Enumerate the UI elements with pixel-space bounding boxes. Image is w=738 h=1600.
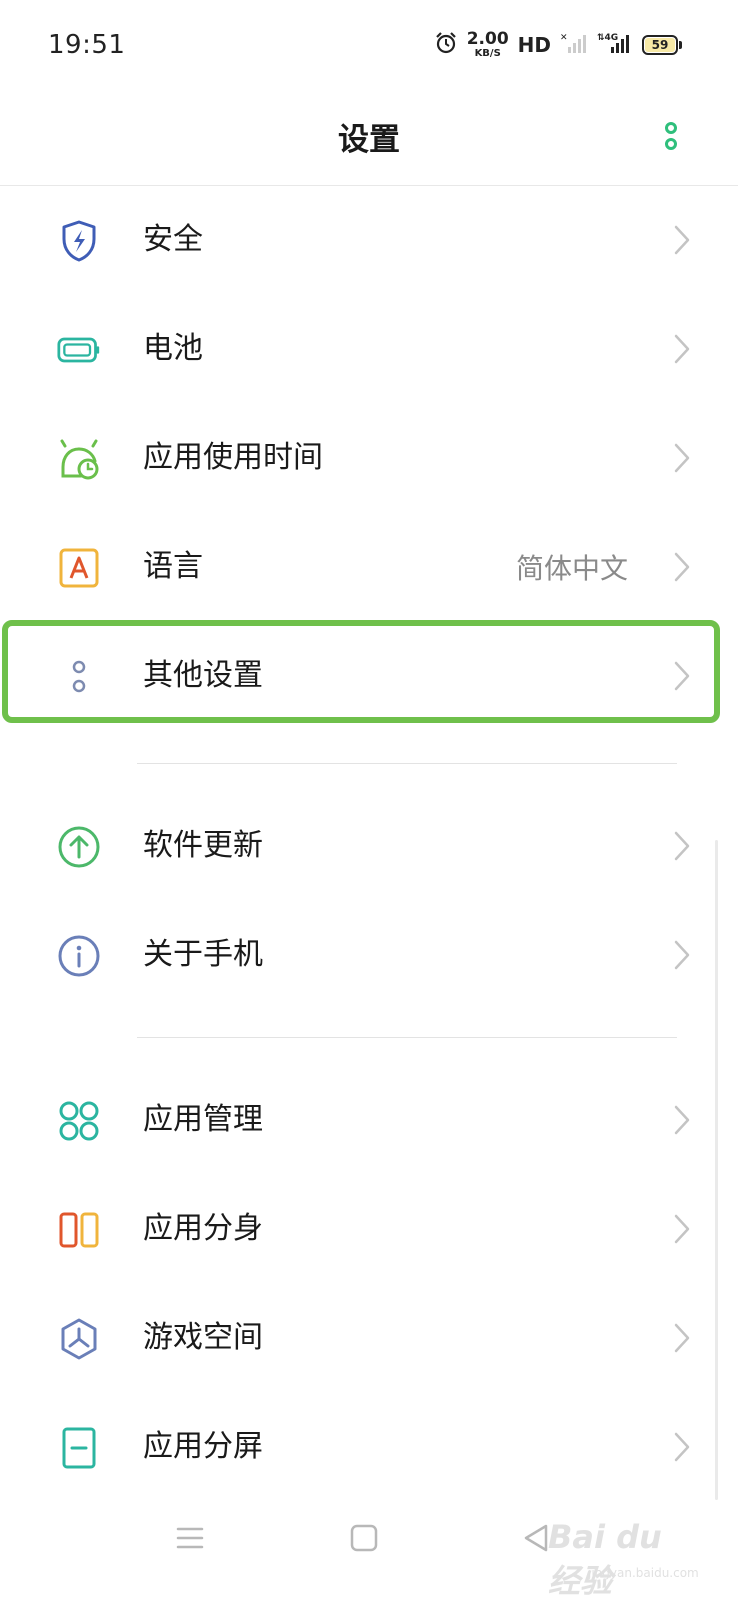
alarm-icon xyxy=(434,31,458,59)
app-clone-icon xyxy=(57,1208,101,1252)
battery-level: 59 xyxy=(645,38,675,52)
hd-indicator: HD xyxy=(517,33,551,57)
settings-item-other-settings[interactable]: 其他设置 xyxy=(0,622,738,731)
scrollbar[interactable] xyxy=(715,840,718,1500)
settings-list: 安全 电池 应用使用时间 语言 简体中文 其他设置 软件更新 关于手机 应用管理… xyxy=(0,186,738,1502)
settings-item-label: 应用管理 xyxy=(143,1102,263,1137)
status-icons: 2.00 KB/S HD ✕ ⇅4G 59 xyxy=(434,28,682,62)
chevron-right-icon xyxy=(674,940,690,970)
watermark-sub: jingyan.baidu.com xyxy=(588,1566,699,1580)
settings-item-split-screen[interactable]: 应用分屏 xyxy=(0,1393,738,1502)
settings-item-label: 安全 xyxy=(143,222,203,257)
menu-button[interactable] xyxy=(170,1518,210,1558)
chevron-right-icon xyxy=(674,1323,690,1353)
speed-value: 2.00 xyxy=(466,29,509,49)
menu-icon xyxy=(176,1527,204,1549)
other-settings-icon xyxy=(57,655,101,699)
settings-item-app-usage-time[interactable]: 应用使用时间 xyxy=(0,404,738,513)
settings-item-label: 其他设置 xyxy=(143,658,263,693)
settings-item-software-update[interactable]: 软件更新 xyxy=(0,792,738,901)
svg-text:✕: ✕ xyxy=(560,33,568,43)
app-usage-timer-icon xyxy=(57,437,101,481)
baidu-watermark: Bai du 经验 jingyan.baidu.com xyxy=(508,1500,699,1600)
chevron-right-icon xyxy=(674,334,690,364)
settings-item-about-phone[interactable]: 关于手机 xyxy=(0,901,738,1010)
chevron-right-icon xyxy=(674,1214,690,1244)
chevron-right-icon xyxy=(674,552,690,582)
language-value: 简体中文 xyxy=(515,552,628,585)
home-icon xyxy=(350,1524,378,1552)
language-icon xyxy=(57,546,101,590)
page-title: 设置 xyxy=(338,122,400,158)
chevron-right-icon xyxy=(674,443,690,473)
more-options-icon xyxy=(665,122,677,150)
settings-item-language[interactable]: 语言 简体中文 xyxy=(0,513,738,622)
game-space-icon xyxy=(57,1317,101,1361)
settings-item-label: 电池 xyxy=(143,331,203,366)
settings-item-game-space[interactable]: 游戏空间 xyxy=(0,1284,738,1393)
svg-text:⇅4G: ⇅4G xyxy=(597,33,618,43)
status-time: 19:51 xyxy=(48,30,126,60)
settings-item-app-clone[interactable]: 应用分身 xyxy=(0,1175,738,1284)
chevron-right-icon xyxy=(674,831,690,861)
speed-unit: KB/S xyxy=(474,48,501,59)
chevron-right-icon xyxy=(674,225,690,255)
security-shield-icon xyxy=(57,219,101,263)
settings-item-label: 语言 xyxy=(143,549,203,584)
settings-item-battery[interactable]: 电池 xyxy=(0,295,738,404)
chevron-right-icon xyxy=(674,1432,690,1462)
settings-item-security[interactable]: 安全 xyxy=(0,186,738,295)
signal-icon-sim1: ✕ xyxy=(560,31,588,59)
battery-icon xyxy=(57,328,101,372)
chevron-right-icon xyxy=(674,661,690,691)
settings-item-label: 游戏空间 xyxy=(143,1320,263,1355)
battery-icon: 59 xyxy=(642,35,682,55)
settings-item-label: 应用分身 xyxy=(143,1211,263,1246)
app-management-icon xyxy=(57,1099,101,1143)
network-speed: 2.00 KB/S xyxy=(467,31,509,59)
watermark-text: Bai du 经验 xyxy=(548,1518,662,1600)
settings-item-label: 关于手机 xyxy=(143,937,263,972)
signal-icon-sim2: ⇅4G xyxy=(597,31,633,59)
settings-item-label: 软件更新 xyxy=(143,828,263,863)
software-update-icon xyxy=(57,825,101,869)
home-button[interactable] xyxy=(344,1518,384,1558)
settings-item-app-management[interactable]: 应用管理 xyxy=(0,1066,738,1175)
chevron-right-icon xyxy=(674,1105,690,1135)
app-header: 设置 xyxy=(0,92,738,186)
status-bar: 19:51 2.00 KB/S HD ✕ ⇅4G 59 xyxy=(0,0,738,92)
settings-item-label: 应用使用时间 xyxy=(143,440,323,475)
split-screen-icon xyxy=(57,1426,101,1470)
settings-item-label: 应用分屏 xyxy=(143,1429,263,1464)
about-phone-icon xyxy=(57,934,101,978)
more-options-button[interactable] xyxy=(656,116,686,156)
